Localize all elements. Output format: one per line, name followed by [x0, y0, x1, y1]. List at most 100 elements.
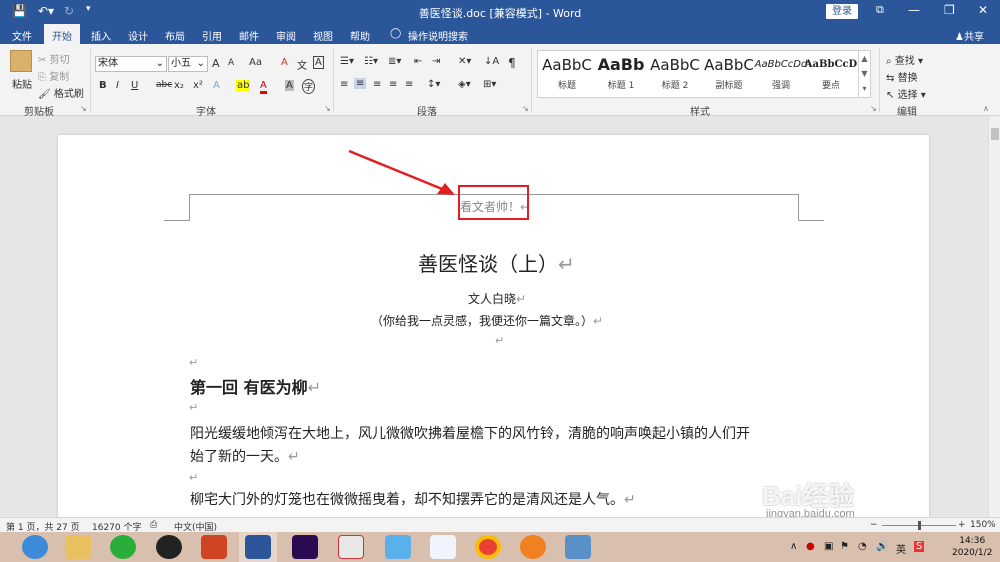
font-size-select[interactable]: 小五 ⌄: [168, 56, 208, 72]
proofing-icon[interactable]: ⎙: [150, 520, 157, 530]
word-icon[interactable]: [245, 535, 271, 559]
ribbon-display-options-icon[interactable]: ⧉: [876, 3, 884, 17]
qq-icon[interactable]: [156, 535, 182, 559]
app-icon[interactable]: [520, 535, 546, 559]
decrease-indent-icon[interactable]: ⇤: [414, 56, 422, 67]
tab-design[interactable]: 设计: [128, 28, 148, 43]
document-title[interactable]: 善医怪谈（上）↵: [418, 248, 575, 277]
format-painter-button[interactable]: 🖌 格式刷: [38, 85, 84, 100]
find-button[interactable]: ⌕ 查找 ▾: [886, 52, 923, 67]
app-icon[interactable]: [338, 535, 364, 559]
feishu-icon[interactable]: [430, 535, 456, 559]
wechat-icon[interactable]: [110, 535, 136, 559]
sort-button[interactable]: ↓A: [484, 56, 499, 67]
numbering-icon[interactable]: ☷▾: [364, 56, 378, 67]
tab-home[interactable]: 开始: [44, 24, 80, 44]
app-tray-icon[interactable]: ⚑: [840, 541, 849, 552]
minimize-button[interactable]: —: [908, 3, 920, 17]
tab-insert[interactable]: 插入: [91, 28, 111, 43]
tab-view[interactable]: 视图: [313, 28, 333, 43]
superscript-button[interactable]: x²: [193, 80, 203, 91]
tab-references[interactable]: 引用: [202, 28, 222, 43]
powerpoint-icon[interactable]: [201, 535, 227, 559]
document-author[interactable]: 文人白晓↵: [468, 290, 526, 307]
file-explorer-icon[interactable]: [65, 535, 91, 559]
font-color-button[interactable]: A: [260, 80, 267, 94]
share-button[interactable]: ♟共享: [955, 28, 984, 43]
align-left-icon[interactable]: ≡: [340, 79, 348, 90]
select-button[interactable]: ↖ 选择 ▾: [886, 86, 926, 101]
app-icon[interactable]: [385, 535, 411, 559]
chevron-down-icon[interactable]: ▼: [859, 66, 870, 81]
paste-icon[interactable]: [10, 50, 32, 72]
style-heading-1[interactable]: AaBb 标题 1: [594, 55, 648, 91]
browser-icon[interactable]: [22, 535, 48, 559]
strikethrough-button[interactable]: abc: [156, 80, 172, 90]
character-shading-button[interactable]: A: [285, 80, 294, 91]
app-icon[interactable]: [565, 535, 591, 559]
chapter-heading[interactable]: 第一回 有医为柳↵: [190, 374, 321, 398]
chrome-icon[interactable]: [475, 535, 501, 559]
show-hidden-icons[interactable]: ∧: [790, 541, 797, 552]
empty-paragraph[interactable]: ↵: [189, 356, 198, 369]
body-paragraph-1-line-1[interactable]: 阳光缓缓地倾泻在大地上，风儿微微吹拂着屋檐下的风竹铃，清脆的响声唤起小镇的人们开: [190, 423, 750, 443]
tab-file[interactable]: 文件: [12, 28, 32, 43]
tab-mailings[interactable]: 邮件: [239, 28, 259, 43]
login-button[interactable]: 登录: [826, 4, 858, 19]
character-border-button[interactable]: A: [313, 56, 324, 69]
align-right-icon[interactable]: ≡: [373, 79, 381, 90]
empty-paragraph[interactable]: ↵: [189, 401, 198, 414]
body-paragraph-2[interactable]: 柳宅大门外的灯笼也在微微摇曳着，却不知摆弄它的是清风还是人气。↵: [190, 489, 636, 509]
text-effects-button[interactable]: A: [213, 80, 220, 91]
chinese-layout-icon[interactable]: ✕▾: [458, 56, 471, 67]
tell-me-search[interactable]: 操作说明搜索: [408, 28, 468, 43]
style-title[interactable]: AaBbC 标题: [540, 55, 594, 91]
style-emphasis[interactable]: AaBbCcDd 强调: [754, 55, 808, 91]
bullets-icon[interactable]: ☰▾: [340, 56, 354, 67]
wifi-icon[interactable]: ◔: [858, 541, 867, 552]
increase-indent-icon[interactable]: ⇥: [432, 56, 440, 67]
scroll-thumb[interactable]: [991, 128, 999, 140]
style-subtitle[interactable]: AaBbC 副标题: [702, 55, 756, 91]
highlight-button[interactable]: ab: [236, 80, 251, 91]
restore-button[interactable]: ❐: [944, 3, 955, 17]
tab-help[interactable]: 帮助: [350, 28, 370, 43]
clipboard-launcher-icon[interactable]: ↘: [80, 104, 87, 113]
premiere-icon[interactable]: [292, 535, 318, 559]
justify-icon[interactable]: ≡: [389, 79, 397, 90]
subscript-button[interactable]: x₂: [174, 80, 184, 91]
copy-button[interactable]: ⎘ 复制: [38, 68, 69, 83]
paragraph-launcher-icon[interactable]: ↘: [522, 104, 529, 113]
grow-font-button[interactable]: A: [212, 57, 220, 70]
ime-indicator[interactable]: 英: [896, 541, 906, 556]
line-spacing-icon[interactable]: ↕▾: [427, 79, 440, 90]
multilevel-list-icon[interactable]: ≣▾: [388, 56, 401, 67]
borders-icon[interactable]: ⊞▾: [483, 79, 496, 90]
volume-icon[interactable]: 🔊: [876, 541, 888, 552]
zoom-slider-thumb[interactable]: [918, 521, 921, 530]
document-page[interactable]: 看文者帅！↵ 善医怪谈（上）↵ 文人白晓↵ （你给我一点灵感，我便还你一篇文章。…: [58, 135, 929, 535]
enclose-characters-button[interactable]: 字: [302, 79, 316, 94]
qq-tray-icon[interactable]: ●: [806, 541, 815, 552]
style-heading-2[interactable]: AaBbC 标题 2: [648, 55, 702, 91]
chevron-up-icon[interactable]: ▲: [859, 51, 870, 66]
clear-formatting-button[interactable]: A: [281, 57, 288, 68]
align-center-icon[interactable]: ≡: [354, 78, 367, 89]
change-case-button[interactable]: Aa: [249, 57, 262, 68]
shrink-font-button[interactable]: A: [228, 58, 234, 68]
collapse-ribbon-icon[interactable]: ∧: [983, 104, 989, 113]
empty-paragraph[interactable]: ↵: [189, 471, 198, 484]
clock[interactable]: 14:36 2020/1/2: [952, 535, 992, 559]
style-strong[interactable]: AaBbCcD 要点: [804, 55, 858, 91]
font-family-select[interactable]: 宋体 ⌄: [95, 56, 167, 72]
zoom-in-button[interactable]: +: [958, 520, 966, 530]
sogou-icon[interactable]: S: [914, 541, 925, 552]
underline-button[interactable]: U: [131, 80, 138, 91]
zoom-level[interactable]: 150%: [970, 520, 996, 530]
cut-button[interactable]: ✂ 剪切: [38, 51, 70, 66]
shading-icon[interactable]: ◈▾: [458, 79, 471, 90]
network-icon[interactable]: ▣: [824, 541, 833, 552]
paste-button[interactable]: 粘贴: [12, 76, 32, 91]
vertical-scrollbar[interactable]: [988, 116, 1000, 517]
close-button[interactable]: ✕: [978, 3, 988, 17]
